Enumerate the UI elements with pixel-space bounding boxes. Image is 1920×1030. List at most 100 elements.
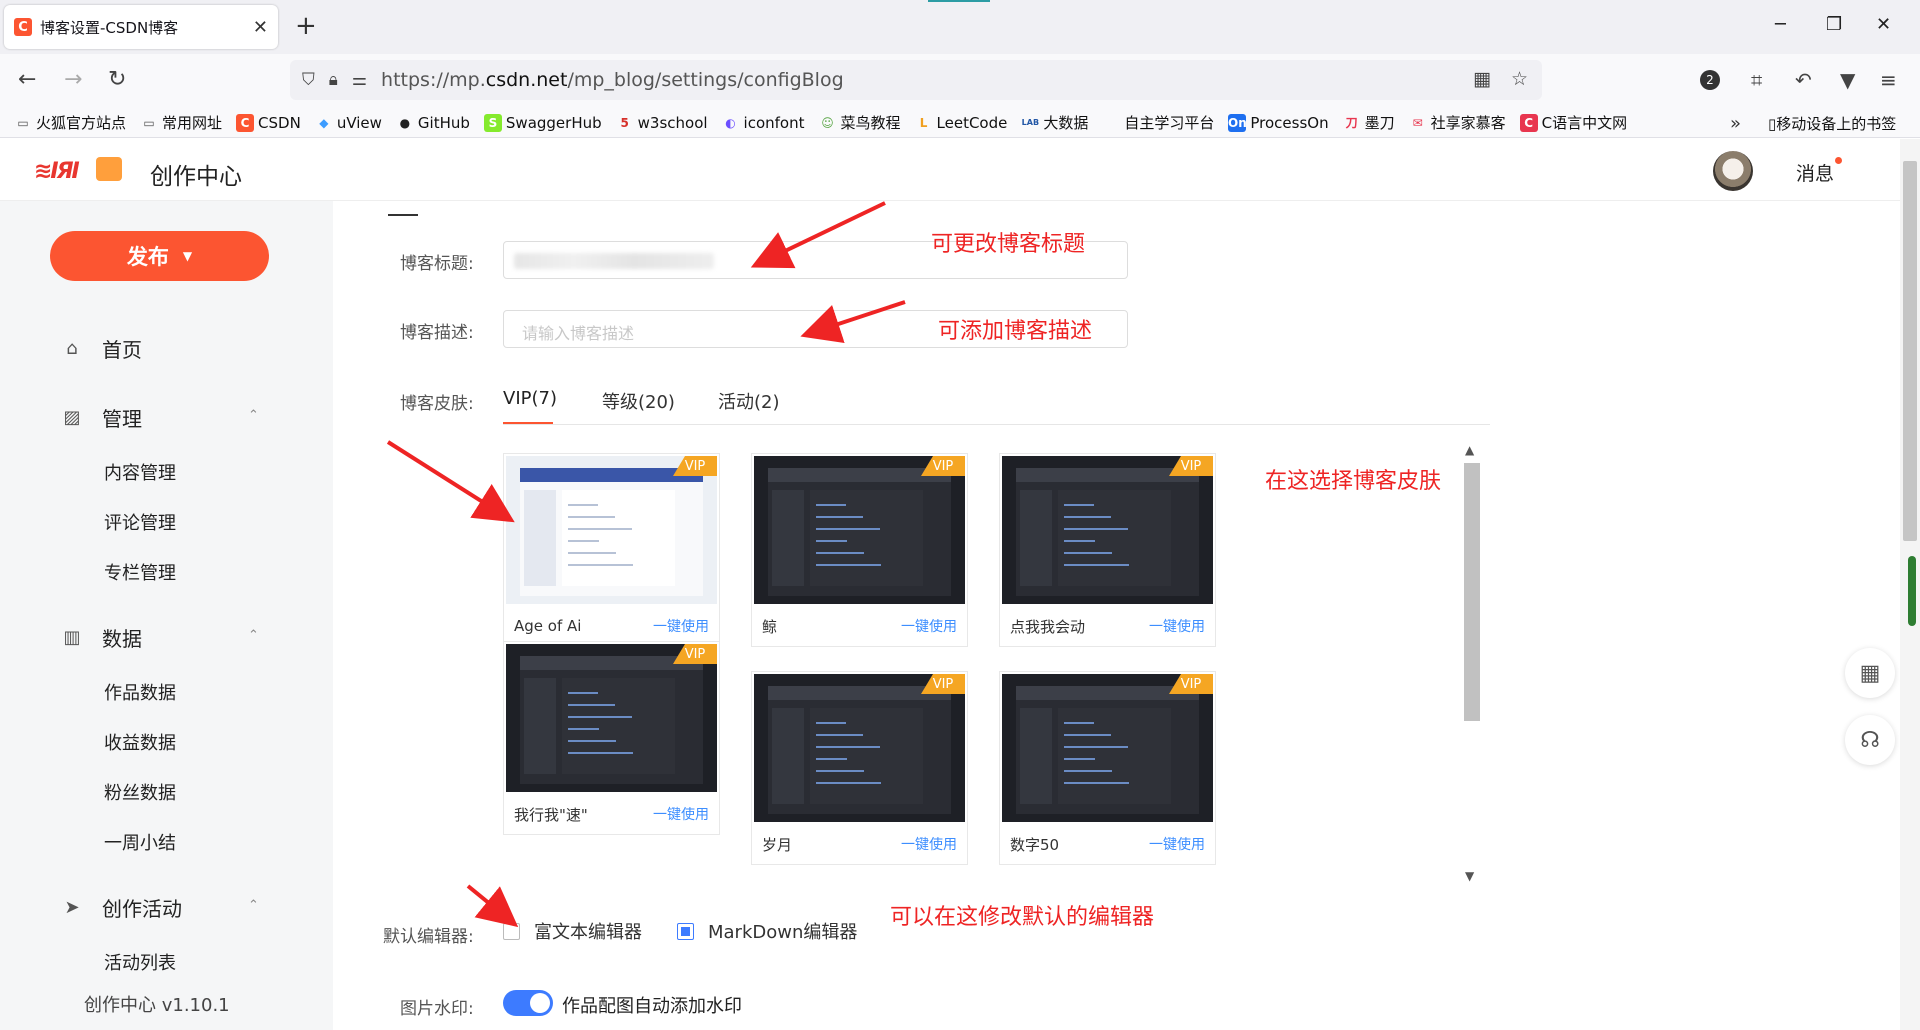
bookmark-item[interactable]: ◆ uView — [315, 114, 382, 132]
sidebar-item-columns[interactable]: 专栏管理 — [104, 559, 176, 585]
permissions-icon[interactable]: ⚌ — [352, 70, 367, 90]
bookmark-item[interactable]: S SwaggerHub — [483, 113, 602, 132]
skin-card[interactable]: VIP 我行我"速" 一键使用 — [503, 641, 720, 835]
scroll-down-icon[interactable]: ▼ — [1465, 869, 1474, 883]
bookmark-item[interactable]: ✉ 社享家慕客 — [1409, 112, 1506, 133]
apply-skin-link[interactable]: 一键使用 — [1149, 616, 1205, 636]
blog-skin-label: 博客皮肤: — [400, 394, 474, 414]
skin-name: Age of Ai — [514, 617, 582, 635]
chevron-up-icon[interactable]: ⌃ — [248, 408, 259, 423]
lock-icon[interactable]: 🔒︎ — [329, 70, 338, 90]
sidebar-item-manage[interactable]: ▨ 管理 — [62, 403, 142, 432]
sidebar-item-activity[interactable]: ➤ 创作活动 — [62, 893, 182, 922]
publish-button[interactable]: 发布 ▼ — [50, 231, 269, 281]
skin-card[interactable]: VIP Age of Ai 一键使用 — [503, 453, 720, 647]
desc-placeholder: 请输入博客描述 — [522, 324, 635, 343]
tab-indicator — [928, 0, 990, 2]
skin-card[interactable]: VIP 点我我会动 一键使用 — [999, 453, 1216, 647]
forward-icon[interactable]: → — [64, 68, 82, 92]
bookmark-item[interactable]: On ProcessOn — [1228, 113, 1329, 132]
skin-card[interactable]: VIP 岁月 一键使用 — [751, 671, 968, 865]
skin-thumbnail[interactable]: VIP — [506, 456, 717, 604]
chevron-up-icon[interactable]: ⌃ — [248, 898, 259, 913]
bookmark-item[interactable]: 自主学习平台 — [1102, 112, 1214, 133]
minimize-icon[interactable]: ─ — [1775, 14, 1786, 35]
skin-thumbnail[interactable]: VIP — [1002, 456, 1213, 604]
bookmark-item[interactable]: ▭ 常用网址 — [140, 112, 222, 133]
url-text[interactable]: https://mp.csdn.net/mp_blog/settings/con… — [381, 69, 844, 91]
tab-activity[interactable]: 活动(2) — [718, 388, 780, 414]
bookmark-item[interactable]: C C语言中文网 — [1519, 112, 1627, 133]
markdown-checkbox[interactable] — [677, 922, 694, 940]
profile-badge[interactable]: 2 — [1700, 70, 1720, 90]
mobile-bookmarks[interactable]: ▯移动设备上的书签 — [1768, 113, 1896, 134]
apply-skin-link[interactable]: 一键使用 — [1149, 834, 1205, 854]
reload-icon[interactable]: ↻ — [108, 68, 126, 92]
tab-close-icon[interactable]: ✕ — [253, 17, 268, 38]
tab-vip[interactable]: VIP(7) — [503, 388, 557, 409]
richtext-checkbox[interactable] — [503, 922, 520, 940]
editor-label: 默认编辑器: — [383, 927, 474, 947]
bookmark-item[interactable]: 刀墨刀 — [1343, 112, 1395, 133]
skin-name: 岁月 — [762, 835, 793, 854]
browser-tab-active[interactable]: C 博客设置-CSDN博客 ✕ — [4, 5, 278, 49]
back-icon[interactable]: ← — [18, 68, 36, 92]
sidebar-item-income-data[interactable]: 收益数据 — [104, 729, 176, 755]
sidebar-item-comments[interactable]: 评论管理 — [104, 509, 176, 535]
bookmark-item[interactable]: 5 w3school — [616, 114, 707, 132]
sidebar-item-works-data[interactable]: 作品数据 — [104, 679, 176, 705]
bookmarks-more-icon[interactable]: » — [1730, 113, 1741, 134]
skin-thumbnail[interactable]: VIP — [1002, 674, 1213, 822]
skin-thumbnail[interactable]: VIP — [754, 674, 965, 822]
sidebar-item-data[interactable]: ▥ 数据 — [62, 623, 142, 652]
close-window-icon[interactable]: ✕ — [1876, 14, 1891, 35]
sidebar-item-content[interactable]: 内容管理 — [104, 459, 176, 485]
vip-badge: VIP — [1169, 674, 1213, 694]
url-bar[interactable]: ⛉ 🔒︎ ⚌ https://mp.csdn.net/mp_blog/setti… — [290, 60, 1542, 100]
apply-skin-link[interactable]: 一键使用 — [653, 804, 709, 824]
qrcode-float-button[interactable]: ▦ — [1845, 648, 1895, 698]
vpn-icon[interactable]: ▼ — [1840, 68, 1855, 92]
bookmark-item[interactable]: L LeetCode — [915, 114, 1008, 132]
skin-thumbnail[interactable]: VIP — [506, 644, 717, 792]
undo-icon[interactable]: ↶ — [1795, 68, 1812, 92]
skin-card[interactable]: VIP 数字50 一键使用 — [999, 671, 1216, 865]
csdn-logo[interactable]: ≋IЯI — [34, 155, 126, 185]
menu-icon[interactable]: ≡ — [1880, 68, 1897, 92]
tab-level[interactable]: 等级(20) — [602, 388, 675, 414]
apply-skin-link[interactable]: 一键使用 — [653, 616, 709, 636]
sidebar-item-home[interactable]: ⌂ 首页 — [62, 334, 142, 363]
support-float-button[interactable]: ☊ — [1845, 715, 1895, 765]
message-link[interactable]: 消息 — [1796, 159, 1834, 186]
bookmark-item[interactable]: ● GitHub — [396, 114, 470, 132]
restore-icon[interactable]: ❐ — [1826, 14, 1842, 35]
sidebar-item-fans-data[interactable]: 粉丝数据 — [104, 779, 176, 805]
bookmark-item[interactable]: LAB 大数据 — [1021, 112, 1089, 133]
skin-thumbnail[interactable]: VIP — [754, 456, 965, 604]
shield-icon[interactable]: ⛉ — [302, 70, 315, 90]
brand-title[interactable]: 创作中心 — [150, 157, 242, 191]
crop-icon[interactable]: ⌗ — [1751, 68, 1762, 92]
avatar[interactable] — [1713, 151, 1753, 191]
skin-card[interactable]: VIP 鲸 一键使用 — [751, 453, 968, 647]
bookmark-item[interactable]: C CSDN — [236, 113, 301, 132]
bookmark-item[interactable]: ☺ 菜鸟教程 — [819, 112, 900, 133]
new-tab-button[interactable]: + — [295, 12, 317, 40]
watermark-toggle[interactable] — [503, 990, 553, 1016]
bookmark-item[interactable]: ▭ 火狐官方站点 — [14, 112, 126, 133]
sidebar: 发布 ▼ ⌂ 首页 ▨ 管理 ⌃ 内容管理 评论管理 专栏管理 ▥ 数据 ⌃ 作… — [0, 201, 333, 1030]
page-scroll-thumb[interactable] — [1903, 161, 1917, 541]
skin-scroll-thumb[interactable] — [1464, 463, 1480, 721]
chevron-up-icon[interactable]: ⌃ — [248, 628, 259, 643]
sidebar-item-weekly[interactable]: 一周小结 — [104, 829, 176, 855]
apply-skin-link[interactable]: 一键使用 — [901, 834, 957, 854]
qrcode-icon[interactable]: ▦ — [1473, 68, 1491, 90]
apply-skin-link[interactable]: 一键使用 — [901, 616, 957, 636]
scroll-up-icon[interactable]: ▲ — [1465, 443, 1474, 457]
editor-option-markdown[interactable]: MarkDown编辑器 — [677, 918, 857, 944]
bookmark-item[interactable]: ◐ iconfont — [722, 114, 804, 132]
skin-scrollbar[interactable]: ▲ ▼ — [1462, 443, 1482, 885]
sidebar-item-activity-list[interactable]: 活动列表 — [104, 949, 176, 975]
editor-option-richtext[interactable]: 富文本编辑器 — [503, 918, 642, 944]
bookmark-star-icon[interactable]: ☆ — [1511, 68, 1528, 90]
